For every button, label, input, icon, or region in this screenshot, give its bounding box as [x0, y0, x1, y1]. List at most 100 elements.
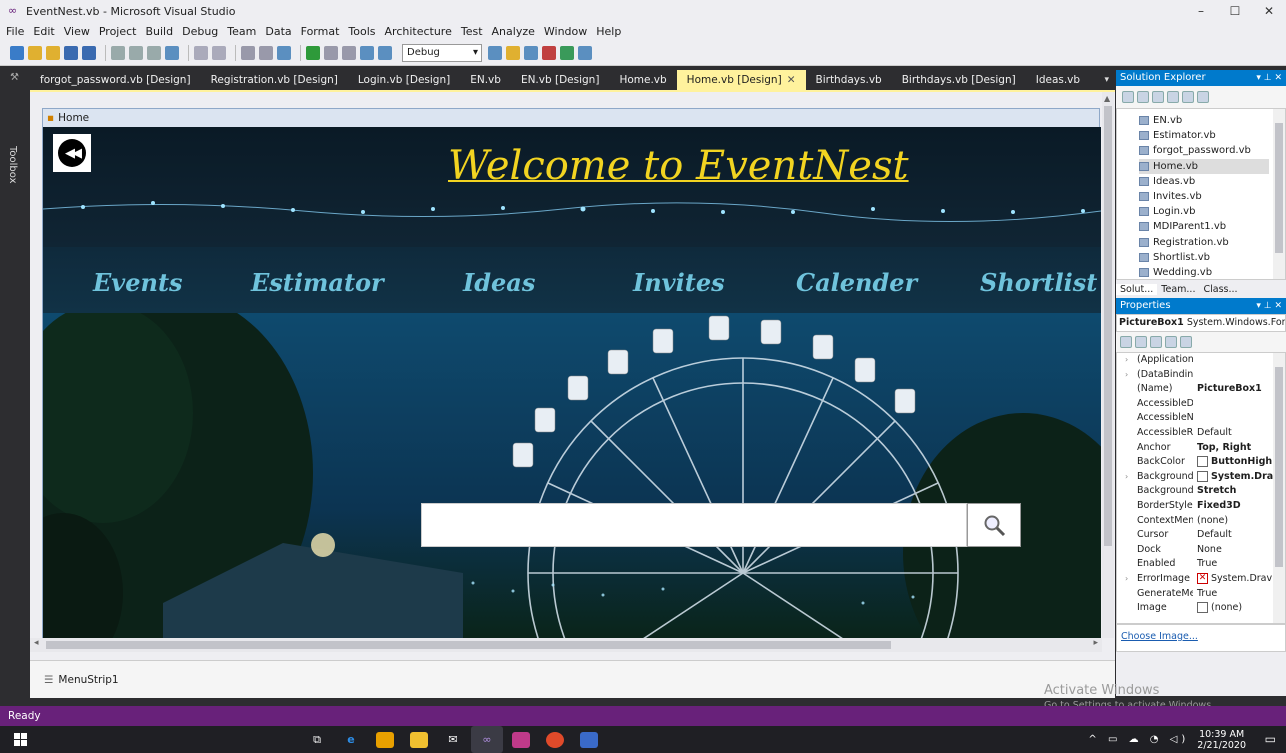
- nav-invites[interactable]: Invites: [633, 268, 725, 297]
- property-row[interactable]: BorderStyle Fixed3D: [1117, 499, 1285, 514]
- property-value[interactable]: Default: [1193, 426, 1273, 441]
- solution-configuration-select[interactable]: Debug: [402, 43, 482, 62]
- panel-controls-icon[interactable]: ▾ ⊥ ✕: [1256, 298, 1282, 314]
- expand-icon[interactable]: ›: [1125, 470, 1128, 485]
- properties-object-selector[interactable]: PictureBox1 System.Windows.Forı: [1116, 314, 1286, 332]
- menu-debug[interactable]: Debug: [182, 25, 218, 38]
- tab-en-code[interactable]: EN.vb: [460, 70, 511, 90]
- search-button[interactable]: [967, 503, 1021, 547]
- nav-shortlist[interactable]: Shortlist: [980, 268, 1097, 297]
- alphabetical-icon[interactable]: [1135, 336, 1147, 348]
- tab-en-design[interactable]: EN.vb [Design]: [511, 70, 610, 90]
- menu-window[interactable]: Window: [544, 25, 587, 38]
- nav-calender[interactable]: Calender: [796, 268, 917, 297]
- menu-edit[interactable]: Edit: [33, 25, 54, 38]
- property-value[interactable]: Default: [1193, 528, 1273, 543]
- property-value[interactable]: True: [1193, 587, 1273, 602]
- menu-help[interactable]: Help: [596, 25, 621, 38]
- lock-icon[interactable]: [578, 45, 592, 60]
- save-icon[interactable]: [64, 45, 78, 60]
- menu-project[interactable]: Project: [99, 25, 137, 38]
- list-item[interactable]: MDIParent1.vb: [1139, 219, 1285, 234]
- designer-horizontal-scrollbar[interactable]: ◂ ▸: [30, 638, 1102, 652]
- scroll-right-icon[interactable]: ▸: [1093, 638, 1098, 648]
- tab-class-view[interactable]: Class...: [1199, 284, 1241, 295]
- paint-icon[interactable]: [512, 731, 530, 748]
- menu-tools[interactable]: Tools: [348, 25, 375, 38]
- windows-start-icon[interactable]: [14, 732, 36, 748]
- list-item[interactable]: Login.vb: [1139, 204, 1285, 219]
- home-form[interactable]: ▪ Home ◀◀ Welcome to EventNest Events Es…: [42, 108, 1101, 639]
- toolbox-tab[interactable]: Toolbox: [7, 146, 18, 184]
- maximize-button[interactable]: ☐: [1218, 0, 1252, 22]
- stop-icon[interactable]: [342, 45, 356, 60]
- tab-overflow-chevron-icon[interactable]: ▾: [1104, 75, 1115, 85]
- tray-icons[interactable]: ^ ▭ ☁ ◔ ◁): [1088, 734, 1189, 745]
- tab-home-design[interactable]: Home.vb [Design] ✕: [676, 70, 806, 90]
- view-code-icon[interactable]: [1167, 91, 1179, 103]
- scroll-up-icon[interactable]: ▲: [1104, 94, 1110, 103]
- undo-icon[interactable]: [241, 45, 255, 60]
- new-project-icon[interactable]: [10, 45, 24, 60]
- property-value-cell[interactable]: ButtonHigh: [1193, 455, 1273, 470]
- property-value-cell[interactable]: System.Dra: [1193, 470, 1273, 485]
- minimize-button[interactable]: –: [1184, 0, 1218, 22]
- menu-data[interactable]: Data: [265, 25, 291, 38]
- order-icon[interactable]: [560, 45, 574, 60]
- property-value[interactable]: [1193, 411, 1273, 426]
- list-item[interactable]: Shortlist.vb: [1139, 250, 1285, 265]
- expand-icon[interactable]: ›: [1125, 572, 1128, 587]
- property-grid-scrollbar[interactable]: [1273, 353, 1285, 623]
- expand-icon[interactable]: ›: [1125, 368, 1128, 383]
- spacing-icon[interactable]: [542, 45, 556, 60]
- tab-team-explorer[interactable]: Team...: [1157, 284, 1199, 295]
- scroll-left-icon[interactable]: ◂: [34, 638, 39, 648]
- refresh-icon[interactable]: [1152, 91, 1164, 103]
- close-button[interactable]: ✕: [1252, 0, 1286, 22]
- categorized-icon[interactable]: [1120, 336, 1132, 348]
- property-row[interactable]: AccessibleNa: [1117, 411, 1285, 426]
- tab-birthdays-design[interactable]: Birthdays.vb [Design]: [892, 70, 1026, 90]
- tab-birthdays-code[interactable]: Birthdays.vb: [806, 70, 892, 90]
- list-item[interactable]: Invites.vb: [1139, 189, 1285, 204]
- tab-home-code[interactable]: Home.vb: [609, 70, 676, 90]
- menu-view[interactable]: View: [64, 25, 90, 38]
- scroll-thumb[interactable]: [1275, 123, 1283, 253]
- property-row[interactable]: (Name) PictureBox1: [1117, 382, 1285, 397]
- tab-forgot-password-design[interactable]: forgot_password.vb [Design]: [30, 70, 201, 90]
- step-icon[interactable]: [360, 45, 374, 60]
- size-icon[interactable]: [524, 45, 538, 60]
- property-row[interactable]: Dock None: [1117, 543, 1285, 558]
- property-value[interactable]: Top, Right: [1193, 441, 1273, 456]
- menu-build[interactable]: Build: [145, 25, 173, 38]
- property-value[interactable]: [1193, 368, 1273, 383]
- property-value-cell[interactable]: ✕ System.Drav: [1193, 572, 1273, 587]
- property-value[interactable]: (none): [1193, 514, 1273, 529]
- property-row[interactable]: ContextMenu(none): [1117, 514, 1285, 529]
- notes-icon[interactable]: [580, 731, 598, 748]
- panel-controls-icon[interactable]: ▾ ⊥ ✕: [1256, 70, 1282, 86]
- property-row[interactable]: AccessibleRolDefault: [1117, 426, 1285, 441]
- scroll-thumb[interactable]: [46, 641, 891, 649]
- property-row[interactable]: BackgroundInStretch: [1117, 484, 1285, 499]
- designer-vertical-scrollbar[interactable]: ▲: [1102, 92, 1114, 638]
- properties-view-icon[interactable]: [1150, 336, 1162, 348]
- list-item[interactable]: EN.vb: [1139, 113, 1285, 128]
- align-icon[interactable]: [506, 45, 520, 60]
- property-row[interactable]: GenerateMenTrue: [1117, 587, 1285, 602]
- property-value[interactable]: [1193, 353, 1273, 368]
- add-item-icon[interactable]: [46, 45, 60, 60]
- property-value[interactable]: Stretch: [1193, 484, 1273, 499]
- menu-architecture[interactable]: Architecture: [385, 25, 452, 38]
- list-item[interactable]: Registration.vb: [1139, 235, 1285, 250]
- property-value[interactable]: Fixed3D: [1193, 499, 1273, 514]
- menu-file[interactable]: File: [6, 25, 24, 38]
- redo-icon[interactable]: [259, 45, 273, 60]
- property-row[interactable]: Anchor Top, Right: [1117, 441, 1285, 456]
- view-designer-icon[interactable]: [1182, 91, 1194, 103]
- events-icon[interactable]: [1165, 336, 1177, 348]
- file-explorer-icon[interactable]: [410, 731, 428, 748]
- search-input[interactable]: [421, 503, 967, 547]
- show-all-files-icon[interactable]: [1137, 91, 1149, 103]
- property-row[interactable]: AccessibleDe: [1117, 397, 1285, 412]
